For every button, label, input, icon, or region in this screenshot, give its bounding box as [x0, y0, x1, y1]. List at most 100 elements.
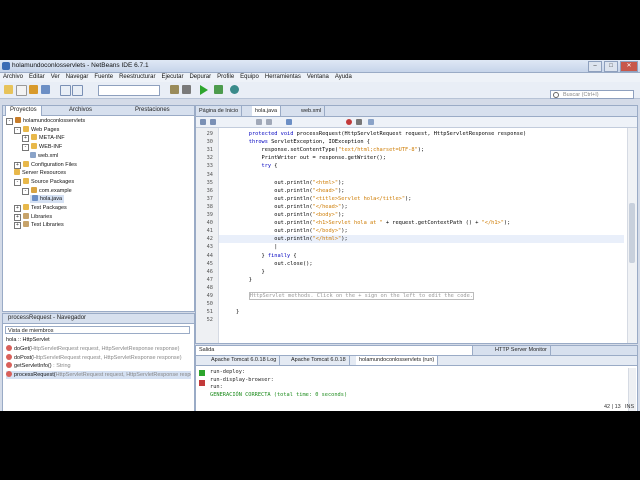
tab-web-xml[interactable]: web.xml [298, 106, 326, 116]
expand-toggle-icon[interactable]: - [6, 118, 13, 125]
undo-icon[interactable] [60, 85, 71, 96]
menu-ventana[interactable]: Ventana [304, 73, 332, 82]
new-project-icon[interactable] [4, 85, 13, 94]
tree-item[interactable]: Server Resources [14, 169, 66, 177]
tab-pagina-de-inicio[interactable]: Página de Inicio [196, 106, 243, 116]
tab-run-output[interactable]: holamundoconlosservlets (run) [356, 356, 439, 365]
tree-item[interactable]: - WEB-INF [22, 143, 62, 152]
menu-navegar[interactable]: Navegar [63, 73, 92, 82]
maximize-button[interactable]: □ [604, 61, 618, 72]
expand-toggle-icon[interactable]: - [22, 187, 29, 195]
tree-item[interactable]: + Libraries [14, 212, 52, 221]
tree-item[interactable]: - com.example [22, 186, 72, 195]
profile-icon[interactable] [230, 85, 239, 94]
minimize-button[interactable]: – [588, 61, 602, 72]
tree-item[interactable]: web.xml [30, 151, 58, 160]
configuration-combo[interactable] [98, 85, 160, 96]
scrollbar-thumb[interactable] [629, 203, 635, 263]
build-icon[interactable] [170, 85, 179, 94]
tree-item[interactable]: hola.java [30, 195, 65, 204]
menu-fuente[interactable]: Fuente [91, 73, 116, 82]
menu-herramientas[interactable]: Herramientas [262, 73, 304, 82]
tree-item[interactable]: - holamundoconlosservlets [6, 117, 85, 125]
menu-archivo[interactable]: Archivo [0, 73, 26, 82]
tree-item[interactable]: + META-INF [22, 134, 65, 143]
code-line[interactable]: out.println("<html>"); [236, 179, 344, 187]
tab-prestaciones[interactable]: Prestaciones [131, 106, 174, 115]
code-line[interactable]: } [236, 276, 252, 284]
code-line[interactable]: out.println("</head>"); [236, 203, 347, 211]
menu-ver[interactable]: Ver [48, 73, 63, 82]
code-line[interactable]: } [236, 268, 265, 276]
tree-item[interactable]: - Web Pages [14, 125, 59, 134]
navigator-view-select[interactable]: Vista de miembros [5, 326, 190, 334]
stop-icon[interactable] [199, 380, 205, 386]
code-line[interactable]: out.println("<title>Servlet hola</title>… [236, 195, 411, 203]
navigator-member[interactable]: getServletInfo() : String [6, 362, 191, 370]
debug-icon[interactable] [214, 85, 223, 94]
code-line[interactable]: } [236, 308, 239, 316]
menu-equipo[interactable]: Equipo [237, 73, 262, 82]
search-input[interactable]: Buscar (Ctrl+I) [550, 90, 634, 99]
menu-depurar[interactable]: Depurar [186, 73, 214, 82]
expand-toggle-icon[interactable]: + [14, 222, 21, 230]
clean-build-icon[interactable] [182, 85, 191, 94]
tree-item[interactable]: + Configuration Files [14, 160, 77, 169]
expand-toggle-icon[interactable]: + [22, 135, 29, 143]
comment-icon[interactable] [368, 119, 374, 125]
tab-http-server-monitor[interactable]: HTTP Server Monitor [492, 346, 551, 355]
find-next-icon[interactable] [266, 119, 272, 125]
code-line[interactable]: out.println("<h1>Servlet hola at " + req… [236, 219, 510, 227]
code-line[interactable]: HttpServlet methods. Click on the + sign… [236, 292, 474, 300]
code-line[interactable]: PrintWriter out = response.getWriter(); [236, 154, 386, 162]
tab-tomcat-log[interactable]: Apache Tomcat 6.0.18 Log [208, 356, 281, 365]
find-previous-icon[interactable] [256, 119, 262, 125]
navigator-member[interactable]: doPost(HttpServletRequest request, HttpS… [6, 353, 191, 362]
menu-reestructurar[interactable]: Reestructurar [116, 73, 158, 82]
tab-hola-java[interactable]: hola.java [252, 106, 282, 116]
record-macro-icon[interactable] [346, 119, 352, 125]
back-icon[interactable] [200, 119, 206, 125]
rerun-icon[interactable] [199, 370, 205, 376]
stop-macro-icon[interactable] [356, 119, 362, 125]
tab-archivos[interactable]: Archivos [65, 106, 96, 115]
toggle-bookmark-icon[interactable] [286, 119, 292, 125]
code-line[interactable]: response.setContentType("text/html;chars… [236, 146, 425, 154]
tab-salida[interactable]: Salida [196, 346, 473, 355]
code-line[interactable]: throws ServletException, IOException { [236, 138, 370, 146]
code-line[interactable]: out.println("<head>"); [236, 187, 344, 195]
expand-toggle-icon[interactable]: - [14, 178, 21, 186]
menu-ayuda[interactable]: Ayuda [332, 73, 355, 82]
navigator-member[interactable]: processRequest(HttpServletRequest reques… [6, 370, 191, 379]
menu-editar[interactable]: Editar [26, 73, 48, 82]
code-line[interactable]: out.println("</body>"); [236, 227, 347, 235]
redo-icon[interactable] [72, 85, 83, 96]
code-line[interactable]: out.println("</html>"); [236, 235, 347, 243]
tree-item[interactable]: + Test Libraries [14, 221, 64, 230]
open-project-icon[interactable] [29, 85, 38, 94]
menu-ejecutar[interactable]: Ejecutar [158, 73, 186, 82]
close-button[interactable]: ✕ [620, 61, 638, 72]
tab-proyectos[interactable]: Proyectos [5, 105, 42, 116]
tree-item[interactable]: - Source Packages [14, 177, 74, 186]
code-line[interactable]: | [236, 243, 277, 251]
new-file-icon[interactable] [16, 85, 27, 96]
code-line[interactable]: out.println("<body>"); [236, 211, 344, 219]
editor-scrollbar[interactable] [627, 128, 637, 343]
save-all-icon[interactable] [41, 85, 50, 94]
menu-profile[interactable]: Profile [214, 73, 237, 82]
expand-toggle-icon[interactable]: + [14, 161, 21, 169]
navigator-member[interactable]: doGet(HttpServletRequest request, HttpSe… [6, 345, 191, 353]
code-line[interactable]: } finally { [236, 252, 297, 260]
code-line[interactable]: try { [236, 162, 278, 170]
forward-icon[interactable] [210, 119, 216, 125]
code-line[interactable]: protected void processRequest(HttpServle… [236, 130, 526, 138]
tree-item[interactable]: + Test Packages [14, 204, 67, 212]
code-line[interactable]: out.close(); [236, 260, 312, 268]
expand-toggle-icon[interactable]: - [14, 126, 21, 134]
run-icon[interactable] [200, 85, 208, 95]
expand-toggle-icon[interactable]: + [14, 213, 21, 221]
tab-tomcat[interactable]: Apache Tomcat 6.0.18 [288, 356, 350, 365]
expand-toggle-icon[interactable]: + [14, 205, 21, 212]
expand-toggle-icon[interactable]: - [22, 144, 29, 152]
